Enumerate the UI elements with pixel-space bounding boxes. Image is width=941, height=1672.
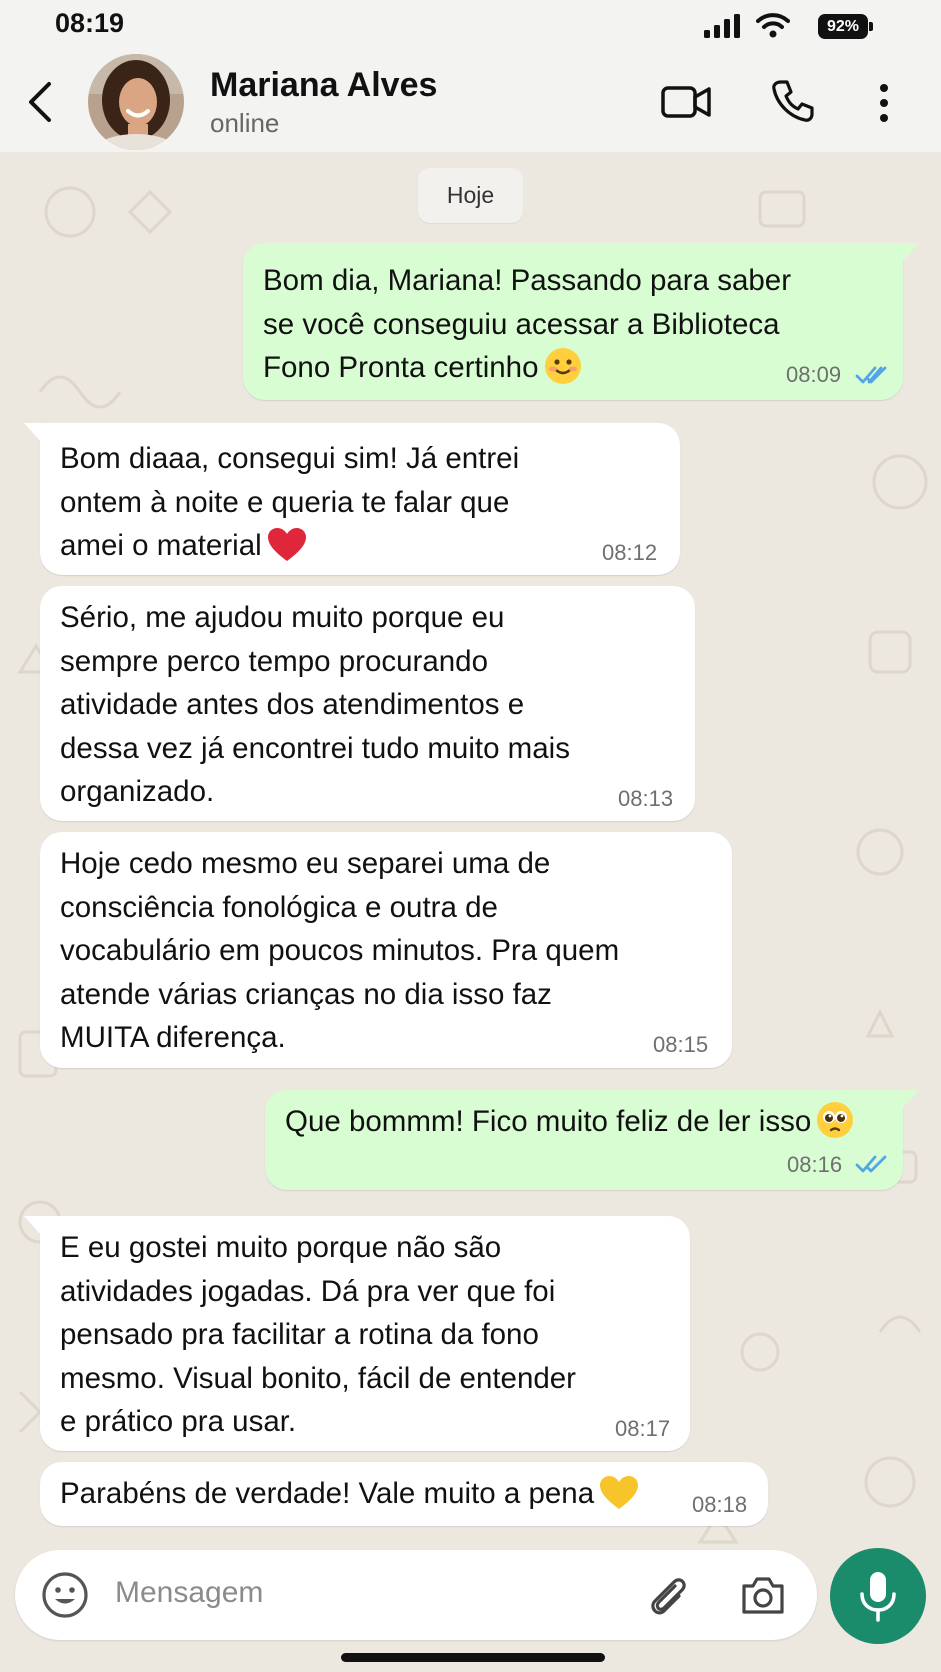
battery-indicator: 92% <box>818 14 874 39</box>
microphone-icon <box>860 1572 896 1622</box>
read-receipt-icon <box>855 366 887 384</box>
message-bubble-incoming[interactable]: Hoje cedo mesmo eu separei uma de consci… <box>40 832 732 1068</box>
message-bubble-incoming[interactable]: Sério, me ajudou muito porque eu sempre … <box>40 586 695 821</box>
message-time: 08:16 <box>787 1152 843 1177</box>
message-bubble-incoming[interactable]: E eu gostei muito porque não são ativida… <box>24 1216 690 1451</box>
contact-status: online <box>210 108 280 138</box>
status-bar: 08:19 92% <box>0 0 941 52</box>
video-call-icon[interactable] <box>660 82 712 122</box>
date-separator: Hoje <box>418 168 523 223</box>
message-time: 08:12 <box>602 540 658 565</box>
message-bubble-incoming[interactable]: Parabéns de verdade! Vale muito a pena 0… <box>40 1462 768 1526</box>
message-text: Parabéns de verdade! Vale muito a pena <box>60 1472 639 1516</box>
message-time: 08:15 <box>653 1032 709 1057</box>
chat-header: Mariana Alves online <box>0 52 941 152</box>
pleading-face-emoji <box>817 1102 854 1138</box>
message-time: 08:17 <box>615 1416 671 1441</box>
yellow-heart-emoji <box>600 1476 639 1509</box>
home-indicator <box>341 1653 605 1662</box>
back-arrow-icon[interactable] <box>25 80 55 124</box>
message-time: 08:09 <box>786 362 842 387</box>
read-receipt-icon <box>855 1155 887 1173</box>
emoji-picker-icon[interactable] <box>40 1570 90 1620</box>
message-input-field[interactable]: Mensagem <box>115 1576 263 1610</box>
message-text: Que bommm! Fico muito feliz de ler isso <box>285 1100 854 1144</box>
message-input-bar: Mensagem <box>15 1550 817 1640</box>
message-text: Bom diaaa, consegui sim! Já entrei ontem… <box>60 442 520 562</box>
message-text: Hoje cedo mesmo eu separei uma de consci… <box>60 847 620 1054</box>
message-text: E eu gostei muito porque não são ativida… <box>60 1231 577 1438</box>
message-text: Sério, me ajudou muito porque eu sempre … <box>60 601 570 808</box>
battery-level: 92% <box>818 14 868 39</box>
voice-call-icon[interactable] <box>770 78 816 124</box>
red-heart-emoji <box>267 528 306 561</box>
message-time: 08:18 <box>692 1492 748 1517</box>
smiling-face-emoji <box>544 348 581 384</box>
battery-tip <box>869 22 873 31</box>
message-bubble-incoming[interactable]: Bom diaaa, consegui sim! Já entrei ontem… <box>24 423 680 575</box>
avatar-photo <box>88 54 184 150</box>
camera-icon[interactable] <box>740 1574 786 1616</box>
attach-clip-icon[interactable] <box>645 1572 691 1618</box>
message-time: 08:13 <box>618 786 674 811</box>
message-bubble-outgoing[interactable]: Bom dia, Mariana! Passando para saber se… <box>243 243 919 400</box>
wifi-icon <box>756 13 790 38</box>
more-options-icon[interactable] <box>875 80 893 126</box>
voice-message-button[interactable] <box>830 1548 926 1644</box>
status-time: 08:19 <box>55 8 125 38</box>
contact-avatar[interactable] <box>88 54 184 150</box>
message-bubble-outgoing[interactable]: Que bommm! Fico muito feliz de ler isso … <box>265 1090 919 1190</box>
cellular-signal-icon <box>704 14 740 38</box>
message-text: Bom dia, Mariana! Passando para saber se… <box>263 264 792 384</box>
contact-name[interactable]: Mariana Alves <box>210 66 437 105</box>
